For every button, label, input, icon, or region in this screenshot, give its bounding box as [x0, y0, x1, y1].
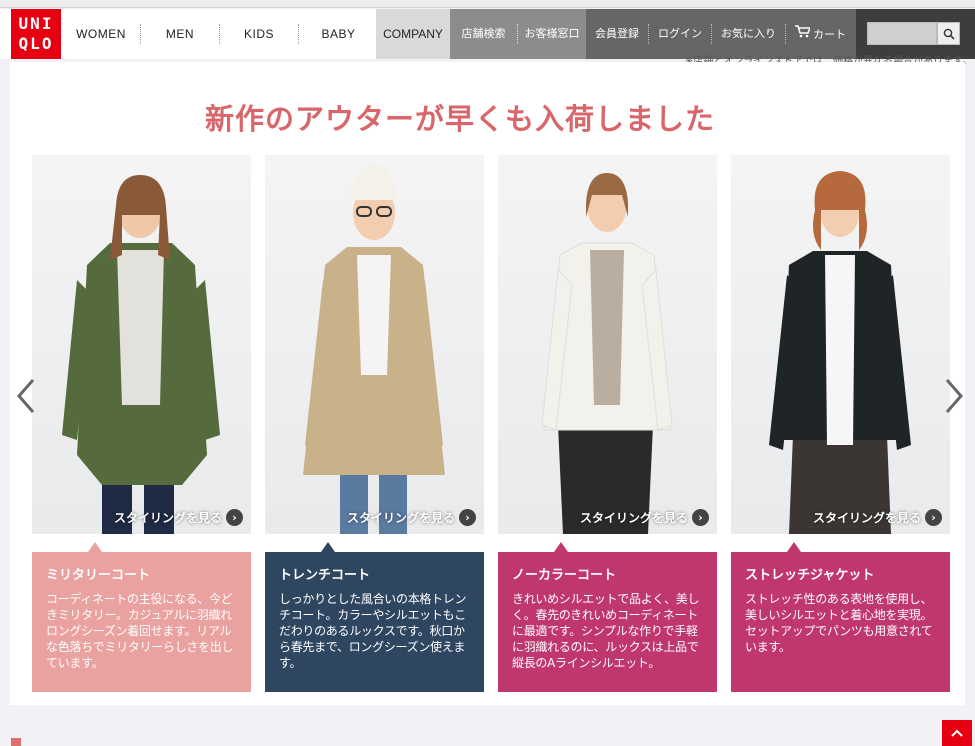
card-description: ストレッチジャケット ストレッチ性のある表地を使用し、美しいシルエットと着心地を…: [731, 542, 950, 692]
nav-login[interactable]: ログイン: [649, 24, 712, 44]
product-photo[interactable]: スタイリングを見る ›: [265, 155, 484, 534]
arrow-right-icon: ›: [226, 509, 243, 526]
styling-label: スタイリングを見る: [113, 511, 222, 525]
card-text: ストレッチ性のある表地を使用し、美しいシルエットと着心地を実現。セットアップでパ…: [745, 592, 933, 654]
uniqlo-logo[interactable]: UNI QLO: [11, 9, 61, 59]
card-title: ミリタリーコート: [46, 568, 151, 583]
card-description: ミリタリーコート コーディネートの主役になる、今どきミリタリー。カジュアルに羽織…: [32, 542, 251, 692]
card-title: トレンチコート: [279, 568, 371, 583]
arrow-right-icon: ›: [692, 509, 709, 526]
card-text: しっかりとした風合いの本格トレンチコート。カラーやシルエットもこだわりのあるルッ…: [279, 592, 467, 670]
arrow-right-icon: ›: [925, 509, 942, 526]
logo-text-top: UNI: [18, 14, 54, 33]
nav-men[interactable]: MEN: [141, 24, 220, 44]
search-input[interactable]: [867, 22, 937, 45]
browser-top-bar: [0, 0, 975, 8]
styling-label: スタイリングを見る: [346, 511, 455, 525]
arrow-right-icon: ›: [459, 509, 476, 526]
model-illustration: [303, 165, 445, 534]
logo-text-bottom: QLO: [18, 34, 54, 53]
back-to-top-button[interactable]: [942, 720, 972, 746]
model-illustration: [541, 173, 673, 534]
cart-icon: [795, 24, 812, 44]
card-title: ストレッチジャケット: [745, 568, 875, 583]
product-photo[interactable]: スタイリングを見る ›: [32, 155, 251, 534]
product-photo[interactable]: スタイリングを見る ›: [498, 155, 717, 534]
nav-register[interactable]: 会員登録: [586, 24, 649, 44]
product-card-military-coat[interactable]: スタイリングを見る › ミリタリーコート コーディネートの主役になる、今どきミリタ…: [32, 155, 251, 692]
styling-link[interactable]: スタイリングを見る ›: [114, 509, 243, 526]
footer-marker: [11, 738, 21, 746]
chevron-left-icon: [17, 379, 35, 413]
product-card-collarless-coat[interactable]: スタイリングを見る › ノーカラーコート きれいめシルエットで品よく、美しく。春先…: [498, 155, 717, 692]
nav-women[interactable]: WOMEN: [62, 24, 141, 44]
card-description: ノーカラーコート きれいめシルエットで品よく、美しく。春先のきれいめコーディネー…: [498, 542, 717, 692]
product-photo[interactable]: スタイリングを見る ›: [731, 155, 950, 534]
card-title: ノーカラーコート: [512, 568, 617, 583]
nav-company[interactable]: COMPANY: [376, 9, 450, 59]
model-illustration: [62, 175, 220, 534]
nav-cart[interactable]: カート: [786, 24, 855, 45]
styling-link[interactable]: スタイリングを見る ›: [347, 509, 476, 526]
cart-label: カート: [813, 27, 846, 41]
product-card-stretch-jacket[interactable]: スタイリングを見る › ストレッチジャケット ストレッチ性のある表地を使用し、美し…: [731, 155, 950, 692]
store-nav: 店舗検索 お客様窓口: [450, 9, 586, 59]
styling-link[interactable]: スタイリングを見る ›: [580, 509, 709, 526]
nav-favorites[interactable]: お気に入り: [712, 24, 786, 44]
carousel-prev-button[interactable]: [14, 378, 38, 414]
carousel-next-button[interactable]: [942, 378, 966, 414]
card-text: きれいめシルエットで品よく、美しく。春先のきれいめコーディネートに最適です。シン…: [512, 592, 700, 670]
nav-baby[interactable]: BABY: [299, 24, 378, 44]
styling-label: スタイリングを見る: [812, 511, 921, 525]
styling-label: スタイリングを見る: [579, 511, 688, 525]
product-card-trench-coat[interactable]: スタイリングを見る › トレンチコート しっかりとした風合いの本格トレンチコート。…: [265, 155, 484, 692]
nav-customer-service[interactable]: お客様窓口: [518, 24, 586, 44]
search-icon: [943, 28, 955, 40]
page-headline: 新作のアウターが早くも入荷しました: [204, 102, 715, 136]
search-button[interactable]: [937, 22, 960, 45]
nav-store-search[interactable]: 店舗検索: [450, 24, 518, 44]
model-illustration: [769, 171, 911, 534]
card-description: トレンチコート しっかりとした風合いの本格トレンチコート。カラーやシルエットもこ…: [265, 542, 484, 692]
styling-link[interactable]: スタイリングを見る ›: [813, 509, 942, 526]
main-nav: WOMEN MEN KIDS BABY: [62, 9, 378, 59]
chevron-up-icon: [951, 729, 963, 737]
nav-kids[interactable]: KIDS: [220, 24, 299, 44]
chevron-right-icon: [945, 379, 963, 413]
card-text: コーディネートの主役になる、今どきミリタリー。カジュアルに羽織れロングシーズン着…: [46, 592, 234, 670]
